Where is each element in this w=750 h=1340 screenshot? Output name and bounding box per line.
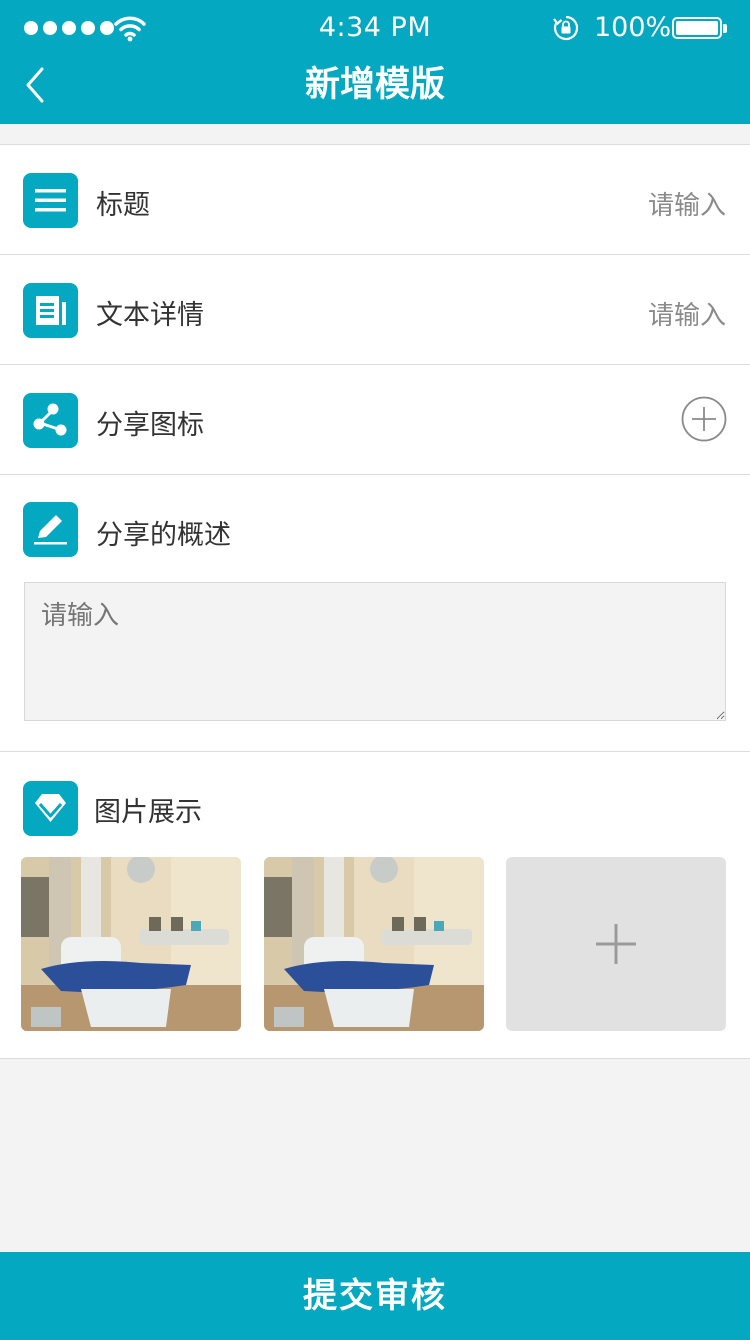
app-header: 4:34 PM 100% 新增模版: [0, 0, 750, 124]
plus-circle-icon[interactable]: [681, 396, 727, 442]
detail-label: 文本详情: [96, 300, 204, 331]
photos-label: 图片展示: [94, 797, 202, 828]
title-label: 标题: [96, 190, 150, 221]
rotation-lock-icon: [553, 15, 579, 41]
submit-button[interactable]: 提交审核: [0, 1252, 750, 1340]
diamond-icon: [23, 781, 78, 836]
share-icon-row: 分享图标: [0, 364, 750, 474]
photo-thumbnail[interactable]: [21, 857, 241, 1031]
plus-icon: [596, 924, 636, 964]
page-title: 新增模版: [304, 65, 445, 105]
status-bar: 4:34 PM 100%: [0, 0, 750, 56]
detail-row[interactable]: 文本详情 请输入: [0, 254, 750, 364]
battery-tip: [723, 24, 727, 33]
battery-icon: [672, 17, 722, 39]
share-icon-label: 分享图标: [96, 410, 204, 441]
battery-percent: 100%: [594, 12, 672, 43]
pencil-icon: [23, 502, 78, 557]
menu-lines-icon: [23, 173, 78, 228]
document-icon: [23, 283, 78, 338]
detail-input[interactable]: 请输入: [648, 295, 726, 332]
share-icon: [23, 393, 78, 448]
title-row[interactable]: 标题 请输入: [0, 144, 750, 254]
photo-thumbnail[interactable]: [264, 857, 484, 1031]
title-input[interactable]: 请输入: [648, 185, 726, 222]
add-photo-button[interactable]: [506, 857, 726, 1031]
summary-label: 分享的概述: [96, 520, 231, 551]
summary-textarea[interactable]: [24, 582, 726, 721]
